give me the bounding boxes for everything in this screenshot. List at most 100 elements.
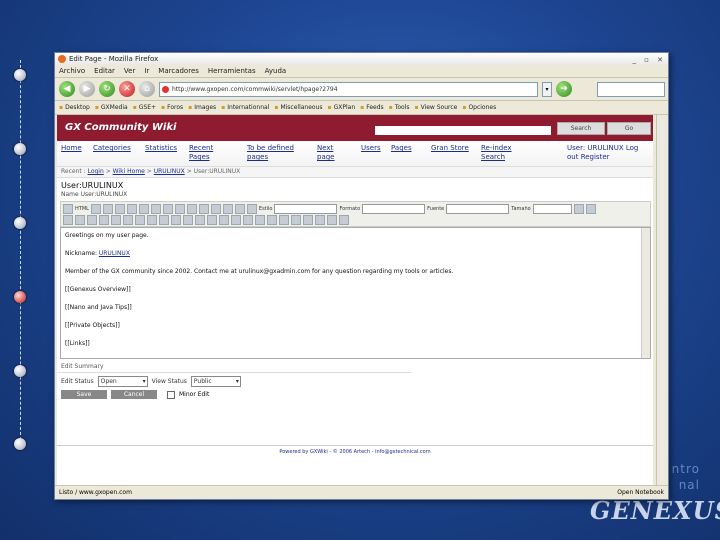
size-select[interactable] — [532, 203, 572, 214]
remove-format-icon[interactable] — [246, 203, 257, 214]
flash-icon[interactable] — [279, 214, 289, 225]
strike-icon[interactable] — [99, 214, 109, 225]
special-char-icon[interactable] — [327, 214, 337, 225]
breadcrumb-link[interactable]: Login — [88, 168, 104, 175]
paste-icon[interactable] — [150, 203, 161, 214]
editor-scrollbar[interactable] — [641, 228, 650, 358]
font-select[interactable] — [446, 203, 510, 214]
breadcrumb-link[interactable]: Wiki Home — [113, 168, 145, 175]
nav-statistics[interactable]: Statistics — [145, 144, 177, 153]
nav-gran-store[interactable]: Gran Store — [431, 144, 469, 153]
cut-icon[interactable] — [126, 203, 137, 214]
forward-arrow-icon[interactable]: ▶ — [79, 81, 95, 97]
wiki-search-input[interactable] — [375, 126, 551, 135]
minor-edit-checkbox[interactable] — [167, 390, 175, 399]
bold-icon[interactable] — [63, 214, 73, 225]
bg-color-icon[interactable] — [585, 203, 596, 214]
cancel-button[interactable]: Cancel — [111, 390, 157, 399]
bookmark-item[interactable]: Foros — [161, 101, 183, 114]
name-value[interactable]: User:URULINUX — [81, 191, 128, 198]
redo-icon[interactable] — [198, 203, 209, 214]
align-left-icon[interactable] — [183, 214, 193, 225]
format-select[interactable] — [362, 203, 426, 214]
replace-icon[interactable] — [222, 203, 233, 214]
nav-users[interactable]: Users — [361, 144, 381, 153]
anchor-icon[interactable] — [255, 214, 265, 225]
window-controls[interactable]: _ ▫ ✕ — [632, 54, 666, 66]
status-notebook[interactable]: Open Notebook — [617, 486, 664, 499]
editor-area[interactable]: Greetings on my user page. Nickname: URU… — [60, 227, 651, 359]
nav-recent-pages[interactable]: Recent Pages — [189, 144, 213, 162]
bookmark-item[interactable]: Images — [188, 101, 216, 114]
nav-pages[interactable]: Pages — [391, 144, 412, 153]
style-select[interactable] — [274, 203, 338, 214]
justify-icon[interactable] — [219, 214, 229, 225]
wiki-footer[interactable]: Powered by GXWiki - © 2006 Artech - info… — [57, 445, 653, 458]
nav-to-be-defined[interactable]: To be defined pages — [247, 144, 294, 162]
link-icon[interactable] — [231, 214, 241, 225]
unlink-icon[interactable] — [243, 214, 253, 225]
superscript-icon[interactable] — [123, 214, 133, 225]
outdent-icon[interactable] — [159, 214, 169, 225]
home-icon[interactable]: ⌂ — [139, 81, 155, 97]
bookmark-item[interactable]: Feeds — [360, 101, 383, 114]
nav-reindex-search[interactable]: Re-index Search — [481, 144, 512, 162]
reload-icon[interactable]: ↻ — [99, 81, 115, 97]
wiki-go-button[interactable]: Go — [607, 122, 651, 135]
nav-next-page[interactable]: Next page — [317, 144, 334, 162]
bookmark-item[interactable]: Miscellaneous — [274, 101, 322, 114]
new-page-icon[interactable] — [102, 203, 113, 214]
preview-icon[interactable] — [114, 203, 125, 214]
about-icon[interactable] — [339, 214, 349, 225]
copy-icon[interactable] — [138, 203, 149, 214]
edit-summary-label[interactable]: Edit Summary — [57, 359, 411, 373]
view-status-select[interactable]: Public — [190, 375, 241, 387]
menu-file[interactable]: Archivo — [59, 65, 85, 77]
underline-icon[interactable] — [87, 214, 97, 225]
bookmark-item[interactable]: GXMedia — [95, 101, 128, 114]
save-icon[interactable] — [90, 203, 101, 214]
bookmark-item[interactable]: Opciones — [462, 101, 496, 114]
nav-home[interactable]: Home — [61, 144, 82, 153]
url-dropdown-button[interactable]: ▾ — [542, 81, 552, 97]
bookmark-item[interactable]: View Source — [415, 101, 458, 114]
italic-icon[interactable] — [75, 214, 85, 225]
table-icon[interactable] — [291, 214, 301, 225]
html-label[interactable]: HTML — [75, 206, 89, 212]
undo-icon[interactable] — [186, 203, 197, 214]
nav-categories[interactable]: Categories — [93, 144, 131, 153]
menu-tools[interactable]: Herramientas — [208, 65, 256, 77]
wiki-search-button[interactable]: Search — [557, 122, 605, 135]
stop-icon[interactable]: ✕ — [119, 81, 135, 97]
smiley-icon[interactable] — [315, 214, 325, 225]
back-arrow-icon[interactable]: ◀ — [59, 81, 75, 97]
image-icon[interactable] — [267, 214, 277, 225]
page-scrollbar[interactable] — [656, 115, 666, 485]
breadcrumb-link[interactable]: URULINUX — [154, 168, 185, 175]
text-color-icon[interactable] — [573, 203, 584, 214]
bullet-list-icon[interactable] — [147, 214, 157, 225]
bookmark-item[interactable]: Internationnal — [221, 101, 269, 114]
bookmark-item[interactable]: GSE+ — [133, 101, 156, 114]
subscript-icon[interactable] — [111, 214, 121, 225]
paste-text-icon[interactable] — [162, 203, 173, 214]
indent-icon[interactable] — [171, 214, 181, 225]
menu-bookmarks[interactable]: Marcadores — [158, 65, 199, 77]
menu-help[interactable]: Ayuda — [265, 65, 287, 77]
user-links[interactable]: User: URULINUX Log out Register — [567, 144, 645, 162]
align-right-icon[interactable] — [207, 214, 217, 225]
source-icon[interactable] — [63, 203, 73, 214]
go-arrow-icon[interactable]: ➜ — [556, 81, 572, 97]
rule-icon[interactable] — [303, 214, 313, 225]
print-icon[interactable] — [174, 203, 185, 214]
find-icon[interactable] — [210, 203, 221, 214]
save-button[interactable]: Save — [61, 390, 107, 399]
nickname-link[interactable]: URULINUX — [99, 250, 130, 257]
select-all-icon[interactable] — [234, 203, 245, 214]
edit-status-select[interactable]: Open — [97, 375, 148, 387]
bookmark-item[interactable]: Tools — [389, 101, 410, 114]
numbered-list-icon[interactable] — [135, 214, 145, 225]
bookmark-item[interactable]: GXPlan — [328, 101, 356, 114]
menu-go[interactable]: Ir — [144, 65, 149, 77]
menu-edit[interactable]: Editar — [94, 65, 115, 77]
